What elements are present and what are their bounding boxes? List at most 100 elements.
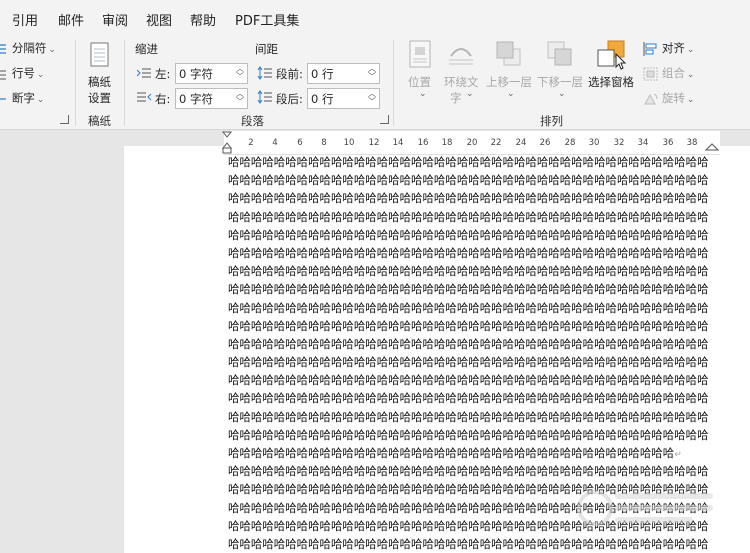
menu-review[interactable]: 审阅 bbox=[102, 10, 128, 29]
position-icon bbox=[409, 40, 431, 68]
chevron-down-icon: ⌄ bbox=[36, 95, 45, 105]
chevron-down-icon: ⌄ bbox=[507, 89, 515, 99]
group-separator bbox=[75, 40, 76, 126]
ruler-tick: 24 bbox=[515, 138, 527, 148]
text-line: 哈哈哈哈哈哈哈哈哈哈哈哈哈哈哈哈哈哈哈哈哈哈哈哈哈哈哈哈哈哈哈哈哈哈哈哈哈哈哈哈… bbox=[228, 245, 709, 260]
text-line: 哈哈哈哈哈哈哈哈哈哈哈哈哈哈哈哈哈哈哈哈哈哈哈哈哈哈哈哈哈哈哈哈哈哈哈哈哈哈哈哈… bbox=[228, 209, 709, 224]
draft-settings-label-2: 设置 bbox=[88, 91, 111, 105]
ruler-tick: 14 bbox=[392, 138, 404, 148]
send-backward-button[interactable]: 下移一层 ⌄ bbox=[536, 40, 586, 104]
indent-right-input[interactable]: 0 字符 ︿ ﹀ bbox=[175, 88, 248, 109]
menu-help[interactable]: 帮助 bbox=[190, 10, 216, 29]
spin-arrows-icon[interactable]: ︿ ﹀ bbox=[368, 65, 376, 81]
hyphenation-icon bbox=[0, 97, 6, 100]
group-objects-button[interactable]: 组合 ⌄ bbox=[643, 65, 694, 81]
bring-forward-button[interactable]: 上移一层 ⌄ bbox=[485, 40, 535, 104]
arrange-group-label: 排列 bbox=[540, 114, 563, 128]
draft-settings-label-1: 稿纸 bbox=[88, 75, 111, 89]
spacing-after-icon bbox=[257, 90, 272, 104]
draft-settings-button[interactable]: 稿纸 设置 bbox=[84, 40, 116, 105]
rotate-button[interactable]: 旋转 ⌄ bbox=[643, 90, 694, 106]
indent-right-label: 右: bbox=[155, 92, 171, 106]
ruler-tick: 2 bbox=[248, 138, 254, 148]
spacing-after-input[interactable]: 0 行 ︿ ﹀ bbox=[307, 88, 380, 109]
menu-pdf-tools[interactable]: PDF工具集 bbox=[235, 10, 299, 29]
spin-arrows-icon[interactable]: ︿ ﹀ bbox=[368, 90, 376, 106]
indent-left-icon bbox=[137, 68, 151, 78]
spacing-before-label: 段前: bbox=[276, 67, 303, 81]
ruler-tick: 20 bbox=[466, 138, 478, 148]
align-icon bbox=[643, 41, 657, 56]
line-numbers-icon bbox=[0, 70, 6, 79]
wrap-text-icon bbox=[449, 48, 473, 65]
chevron-down-icon: ⌄ bbox=[419, 89, 427, 99]
menu-view[interactable]: 视图 bbox=[146, 10, 172, 29]
text-line: 哈哈哈哈哈哈哈哈哈哈哈哈哈哈哈哈哈哈哈哈哈哈哈哈哈哈哈哈哈哈哈哈哈哈哈哈哈哈哈哈… bbox=[228, 355, 709, 370]
rotate-label: 旋转 bbox=[661, 91, 685, 105]
spacing-before-icon bbox=[257, 66, 272, 80]
ruler-tick: 30 bbox=[588, 138, 600, 148]
align-button[interactable]: 对齐 ⌄ bbox=[643, 40, 694, 56]
draft-paper-icon bbox=[90, 42, 109, 67]
position-button[interactable]: 位置 ⌄ bbox=[403, 40, 437, 104]
ribbon: 分隔符 ⌄ 行号 ⌄ 断字 ⌄ 稿纸 设置 稿纸 缩进 间距 左: 0 字符 ︿ ﹀ 右… bbox=[0, 36, 750, 130]
text-line: 哈哈哈哈哈哈哈哈哈哈哈哈哈哈哈哈哈哈哈哈哈哈哈哈哈哈哈哈哈哈哈哈哈哈哈哈哈哈哈哈… bbox=[228, 300, 709, 315]
indent-label: 缩进 bbox=[135, 42, 158, 56]
ruler-tick: 6 bbox=[297, 138, 303, 148]
indent-right-icon bbox=[137, 92, 152, 102]
spacing-before-input[interactable]: 0 行 ︿ ﹀ bbox=[307, 63, 380, 84]
text-line: 哈哈哈哈哈哈哈哈哈哈哈哈哈哈哈哈哈哈哈哈哈哈哈哈哈哈哈哈哈哈哈哈哈哈哈哈哈哈哈哈… bbox=[228, 282, 709, 297]
hyphenation-label: 断字 bbox=[11, 91, 35, 105]
ruler-tick: 8 bbox=[321, 138, 327, 148]
menu-mailings[interactable]: 邮件 bbox=[58, 10, 84, 29]
spacing-label: 间距 bbox=[255, 42, 278, 56]
text-line: 哈哈哈哈哈哈哈哈哈哈哈哈哈哈哈哈哈哈哈哈哈哈哈哈哈哈哈哈哈哈哈哈哈哈哈哈哈哈哈哈… bbox=[228, 391, 709, 406]
spin-arrows-icon[interactable]: ︿ ﹀ bbox=[236, 90, 244, 106]
ruler-tick: 34 bbox=[637, 138, 649, 148]
send-backward-label: 下移一层 bbox=[537, 75, 583, 89]
chevron-down-icon: ⌄ bbox=[36, 70, 45, 80]
right-indent-marker-icon[interactable] bbox=[705, 141, 719, 153]
position-label: 位置 bbox=[408, 75, 431, 89]
ruler-tick: 36 bbox=[662, 138, 674, 148]
line-numbers-button[interactable]: 行号 ⌄ bbox=[0, 65, 44, 81]
group-icon bbox=[643, 67, 658, 80]
breaks-icon bbox=[0, 43, 6, 54]
line-numbers-label: 行号 bbox=[11, 66, 35, 80]
indent-marker-icon[interactable] bbox=[222, 131, 234, 155]
text-line: 哈哈哈哈哈哈哈哈哈哈哈哈哈哈哈哈哈哈哈哈哈哈哈哈哈哈哈哈哈哈哈哈哈哈哈哈哈哈哈哈… bbox=[228, 318, 709, 333]
send-backward-icon bbox=[547, 41, 572, 66]
bring-forward-icon bbox=[496, 41, 521, 66]
paragraph-launcher-icon[interactable] bbox=[380, 115, 389, 124]
hyphenation-button[interactable]: 断字 ⌄ bbox=[0, 90, 44, 106]
chevron-down-icon: ⌄ bbox=[686, 95, 695, 105]
indent-left-input[interactable]: 0 字符 ︿ ﹀ bbox=[175, 63, 248, 84]
horizontal-ruler[interactable]: 2 4 6 8 10 12 14 16 18 20 22 24 26 28 30… bbox=[222, 131, 720, 155]
breaks-button[interactable]: 分隔符 ⌄ bbox=[0, 40, 56, 56]
selection-pane-label: 选择窗格 bbox=[588, 75, 634, 89]
menu-bar: 引用 邮件 审阅 视图 帮助 PDF工具集 bbox=[0, 0, 750, 36]
paragraph-end-line: 哈哈哈哈哈哈哈哈哈哈哈哈哈哈哈哈哈哈哈哈哈哈哈哈哈哈哈哈哈哈哈哈哈哈哈哈哈哈哈↵ bbox=[228, 444, 714, 462]
indent-left-label: 左: bbox=[155, 67, 171, 81]
ruler-tick: 22 bbox=[490, 138, 502, 148]
bring-forward-label: 上移一层 bbox=[486, 75, 532, 89]
group-separator bbox=[393, 40, 394, 126]
wrap-text-label-1: 环绕文 bbox=[444, 75, 479, 89]
text-line: 哈哈哈哈哈哈哈哈哈哈哈哈哈哈哈哈哈哈哈哈哈哈哈哈哈哈哈哈哈哈哈哈哈哈哈哈哈哈哈哈… bbox=[228, 264, 709, 279]
spacing-after-value: 0 行 bbox=[311, 92, 334, 106]
chevron-down-icon: ⌄ bbox=[48, 45, 56, 55]
watermark-logo bbox=[577, 490, 713, 526]
menu-references[interactable]: 引用 bbox=[12, 10, 38, 29]
ruler-tick: 4 bbox=[272, 138, 278, 148]
selection-pane-icon bbox=[597, 40, 627, 70]
ruler-tick: 18 bbox=[441, 138, 453, 148]
page-setup-launcher-icon[interactable] bbox=[60, 115, 69, 124]
selection-pane-button[interactable]: 选择窗格 bbox=[587, 40, 639, 104]
spin-arrows-icon[interactable]: ︿ ﹀ bbox=[236, 65, 244, 81]
wrap-text-button[interactable]: 环绕文 字 ⌄ bbox=[442, 40, 482, 105]
text-line: 哈哈哈哈哈哈哈哈哈哈哈哈哈哈哈哈哈哈哈哈哈哈哈哈哈哈哈哈哈哈哈哈哈哈哈哈哈哈哈哈… bbox=[228, 191, 709, 206]
paragraph-mark-icon: ↵ bbox=[674, 450, 682, 460]
paragraph-group-label: 段落 bbox=[241, 114, 264, 128]
wrap-text-label-2: 字 bbox=[450, 91, 462, 105]
group-label: 组合 bbox=[661, 66, 685, 80]
